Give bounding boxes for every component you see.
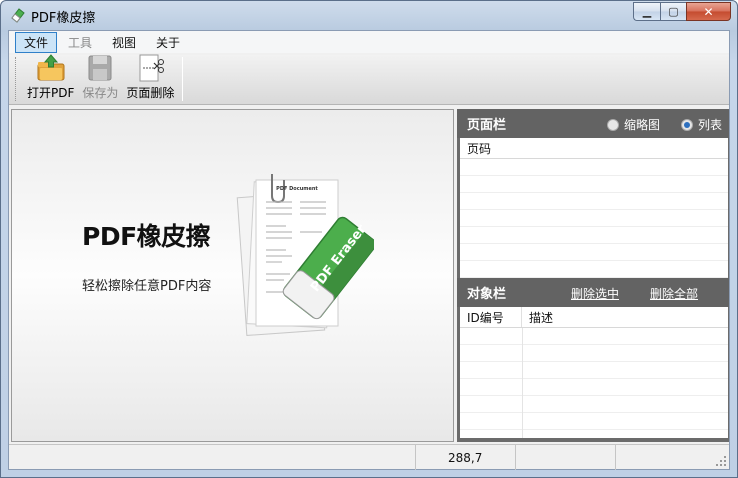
menu-file[interactable]: 文件 — [15, 31, 58, 53]
status-coordinates: 288,7 — [415, 445, 515, 470]
maximize-button[interactable]: ▢ — [660, 2, 686, 21]
toolbar-grip[interactable] — [15, 57, 19, 101]
page-panel-title: 页面栏 — [467, 118, 507, 133]
list-row — [460, 193, 728, 210]
save-as-button[interactable]: 保存为 — [78, 54, 122, 104]
view-thumbnail-label: 缩略图 — [624, 118, 661, 132]
close-button[interactable]: ✕ — [686, 2, 731, 21]
floppy-disk-icon — [84, 54, 116, 82]
list-row — [460, 413, 728, 430]
client-area: 文件 工具 视图 关于 打开PDF 保存为 页面删除 PDF橡皮擦 轻松擦除任意… — [8, 30, 730, 470]
open-pdf-button[interactable]: 打开PDF — [23, 54, 78, 104]
delete-page-button[interactable]: 页面删除 — [122, 54, 178, 104]
document-view[interactable]: PDF橡皮擦 轻松擦除任意PDF内容 PDF Document PDF Eras… — [11, 109, 454, 442]
object-panel-header: 对象栏 删除选中 删除全部 — [457, 278, 729, 307]
page-list-header: 页码 — [460, 138, 728, 159]
view-thumbnail-radio[interactable]: 缩略图 — [607, 116, 660, 133]
scissors-page-icon — [134, 54, 166, 82]
eraser-app-icon — [11, 8, 25, 23]
list-row — [460, 396, 728, 413]
open-pdf-label: 打开PDF — [27, 86, 75, 100]
app-window: PDF橡皮擦 ▁ ▢ ✕ 文件 工具 视图 关于 打开PDF 保存为 页面删除 … — [0, 0, 738, 478]
window-controls: ▁ ▢ ✕ — [633, 2, 731, 21]
list-row — [460, 328, 728, 345]
window-title: PDF橡皮擦 — [31, 11, 96, 26]
list-row — [460, 159, 728, 176]
title-bar[interactable]: PDF橡皮擦 ▁ ▢ ✕ — [1, 1, 737, 29]
delete-all-link[interactable]: 删除全部 — [650, 285, 698, 302]
object-list[interactable]: ID编号 描述 — [460, 307, 728, 438]
page-number-column[interactable]: 页码 — [460, 138, 728, 158]
object-panel-title: 对象栏 — [467, 287, 507, 302]
description-column-header[interactable]: 描述 — [522, 307, 728, 327]
page-panel-header: 页面栏 缩略图 列表 — [457, 109, 729, 138]
status-cell-empty — [615, 445, 729, 470]
list-row — [460, 261, 728, 278]
list-row — [460, 210, 728, 227]
list-row — [460, 362, 728, 379]
toolbar: 打开PDF 保存为 页面删除 — [9, 54, 729, 105]
list-row — [460, 379, 728, 396]
column-divider — [522, 328, 523, 438]
folder-open-icon — [35, 54, 67, 82]
hero-subtitle: 轻松擦除任意PDF内容 — [82, 279, 212, 294]
doc-caption: PDF Document — [276, 186, 318, 192]
delete-selected-link[interactable]: 删除选中 — [571, 285, 619, 302]
list-row — [460, 244, 728, 261]
menu-about[interactable]: 关于 — [147, 32, 189, 53]
resize-grip-icon[interactable] — [715, 455, 727, 467]
list-row — [460, 176, 728, 193]
view-list-label: 列表 — [698, 118, 723, 132]
status-cell-empty — [515, 445, 615, 470]
pdf-eraser-illustration-icon: PDF Document PDF Eraser — [236, 174, 374, 336]
menu-tools[interactable]: 工具 — [59, 32, 101, 53]
object-list-header: ID编号 描述 — [460, 307, 728, 328]
radio-unchecked-icon — [607, 118, 619, 131]
menu-view[interactable]: 视图 — [103, 32, 145, 53]
side-panel: 页面栏 缩略图 列表 页码 对象栏 删除选中 删除全部 ID编号 描述 — [457, 109, 729, 442]
status-bar: 288,7 — [9, 444, 729, 470]
minimize-button[interactable]: ▁ — [633, 2, 660, 21]
radio-checked-icon — [681, 118, 693, 131]
delete-page-label: 页面删除 — [126, 86, 175, 100]
list-row — [460, 227, 728, 244]
toolbar-separator — [182, 57, 184, 101]
menu-bar: 文件 工具 视图 关于 — [9, 31, 729, 53]
hero-title: PDF橡皮擦 — [82, 222, 211, 251]
page-list[interactable]: 页码 — [460, 138, 728, 278]
id-column-header[interactable]: ID编号 — [460, 307, 522, 327]
save-as-label: 保存为 — [82, 86, 119, 100]
view-list-radio[interactable]: 列表 — [681, 116, 722, 133]
list-row — [460, 345, 728, 362]
